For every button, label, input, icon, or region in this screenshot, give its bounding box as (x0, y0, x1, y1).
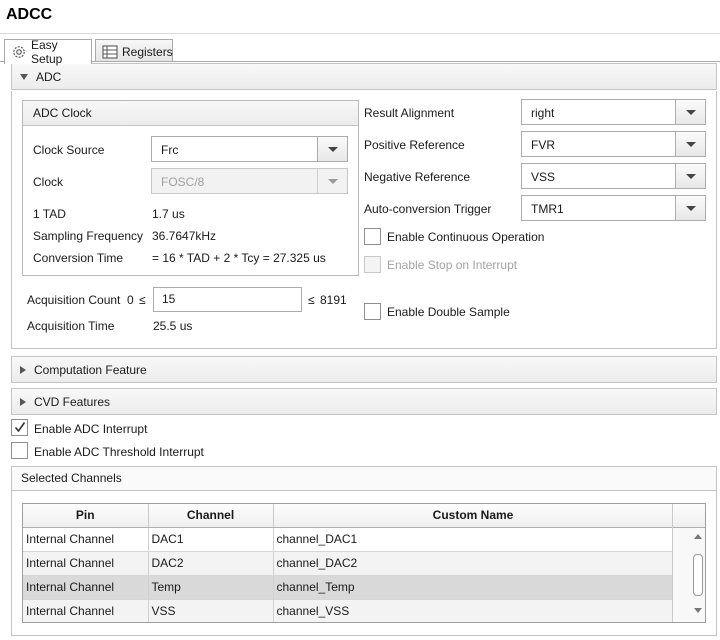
section-computation-label: Computation Feature (34, 362, 147, 377)
tab-easy-setup-label: Easy Setup (31, 38, 63, 66)
scrollbar-header-spacer (673, 504, 705, 528)
sampling-frequency-value: 36.7647kHz (152, 229, 217, 243)
stop-on-interrupt-checkbox (364, 256, 381, 273)
table-cell-custom-name[interactable]: channel_VSS (273, 599, 674, 622)
continuous-operation-label: Enable Continuous Operation (387, 230, 545, 244)
table-cell-pin: Internal Channel (23, 575, 149, 600)
clock-dropdown: FOSC/8 (151, 168, 348, 194)
positive-reference-dropdown[interactable]: FVR (521, 131, 706, 157)
less-equal-symbol: ≤ (308, 293, 315, 307)
column-header-channel[interactable]: Channel (148, 504, 274, 528)
sampling-frequency-label: Sampling Frequency (33, 229, 144, 243)
table-cell-channel: DAC2 (148, 551, 274, 576)
acquisition-count-max: 8191 (320, 293, 347, 307)
result-alignment-value: right (531, 106, 555, 120)
table-row[interactable]: Internal Channel Temp channel_Temp (23, 575, 674, 600)
table-cell-custom-name[interactable]: channel_Temp (273, 575, 674, 600)
adc-clock-title: ADC Clock (23, 101, 358, 126)
table-row[interactable]: Internal Channel DAC2 channel_DAC2 (23, 551, 674, 576)
double-sample-checkbox[interactable] (364, 303, 381, 320)
conversion-time-label: Conversion Time (33, 251, 124, 265)
scrollbar-thumb[interactable] (693, 554, 703, 596)
tad-label: 1 TAD (33, 207, 66, 221)
result-alignment-label: Result Alignment (364, 106, 455, 120)
scroll-up-arrow-icon[interactable] (694, 534, 702, 539)
clock-label: Clock (33, 175, 64, 189)
clock-source-value: Frc (161, 143, 179, 157)
section-cvd-label: CVD Features (34, 394, 111, 409)
tad-value: 1.7 us (152, 207, 185, 221)
column-header-custom-name[interactable]: Custom Name (273, 504, 674, 528)
acquisition-count-min: 0 (127, 293, 134, 307)
section-adc-label: ADC (36, 69, 62, 84)
tab-registers-label: Registers (122, 44, 173, 59)
expand-triangle-icon (20, 365, 26, 374)
section-header-adc[interactable]: ADC (11, 63, 717, 90)
table-header-row: Pin Channel Custom Name (23, 504, 674, 528)
table-row[interactable]: Internal Channel VSS channel_VSS (23, 599, 674, 622)
selected-channels-title: Selected Channels (12, 467, 716, 491)
section-header-cvd-features[interactable]: CVD Features (11, 388, 717, 415)
conversion-time-value: = 16 * TAD + 2 * Tcy = 27.325 us (152, 251, 326, 265)
table-icon (102, 44, 118, 59)
adc-interrupt-label: Enable ADC Interrupt (34, 422, 148, 436)
table-cell-custom-name[interactable]: channel_DAC2 (273, 551, 674, 576)
clock-source-label: Clock Source (33, 143, 105, 157)
table-cell-custom-name[interactable]: channel_DAC1 (273, 527, 674, 552)
tab-strip: Easy Setup Registers (0, 33, 720, 66)
table-vertical-scrollbar[interactable] (672, 504, 705, 622)
acquisition-count-label: Acquisition Count (27, 293, 121, 307)
negative-reference-value: VSS (531, 170, 556, 184)
positive-reference-value: FVR (531, 138, 555, 152)
column-header-pin[interactable]: Pin (23, 504, 149, 528)
acquisition-time-value: 25.5 us (153, 319, 193, 333)
gear-icon (11, 44, 27, 60)
table-row[interactable]: Internal Channel DAC1 channel_DAC1 (23, 527, 674, 552)
stop-on-interrupt-label: Enable Stop on Interrupt (387, 258, 518, 272)
auto-conversion-trigger-value: TMR1 (531, 202, 564, 216)
table-cell-pin: Internal Channel (23, 551, 149, 576)
acquisition-count-input[interactable]: 15 (153, 287, 302, 312)
continuous-operation-checkbox[interactable] (364, 228, 381, 245)
scroll-down-arrow-icon[interactable] (694, 608, 702, 613)
clock-value: FOSC/8 (161, 175, 205, 189)
adc-interrupt-checkbox[interactable] (11, 419, 28, 436)
auto-conversion-trigger-label: Auto-conversion Trigger (364, 202, 492, 216)
clock-source-dropdown[interactable]: Frc (151, 136, 348, 162)
auto-conversion-trigger-dropdown[interactable]: TMR1 (521, 195, 706, 221)
table-cell-channel: DAC1 (148, 527, 274, 552)
tab-registers[interactable]: Registers (95, 39, 173, 63)
negative-reference-label: Negative Reference (364, 170, 471, 184)
chevron-down-icon[interactable] (675, 196, 705, 220)
double-sample-label: Enable Double Sample (387, 305, 510, 319)
chevron-down-icon[interactable] (675, 132, 705, 156)
negative-reference-dropdown[interactable]: VSS (521, 163, 706, 189)
positive-reference-label: Positive Reference (364, 138, 465, 152)
window-title: ADCC (6, 6, 53, 23)
collapse-triangle-icon (20, 73, 28, 80)
acquisition-time-label: Acquisition Time (27, 319, 115, 333)
table-cell-pin: Internal Channel (23, 599, 149, 622)
table-cell-pin: Internal Channel (23, 527, 149, 552)
result-alignment-dropdown[interactable]: right (521, 99, 706, 125)
chevron-down-icon[interactable] (675, 164, 705, 188)
tab-easy-setup[interactable]: Easy Setup (4, 38, 92, 66)
chevron-down-icon (317, 169, 347, 193)
adc-threshold-interrupt-checkbox[interactable] (11, 442, 28, 459)
less-equal-symbol: ≤ (139, 293, 146, 307)
table-cell-channel: Temp (148, 575, 274, 600)
adc-threshold-interrupt-label: Enable ADC Threshold Interrupt (34, 445, 204, 459)
table-cell-channel: VSS (148, 599, 274, 622)
expand-triangle-icon (20, 397, 26, 406)
chevron-down-icon[interactable] (675, 100, 705, 124)
check-icon (14, 422, 26, 433)
section-header-computation-feature[interactable]: Computation Feature (11, 356, 717, 383)
chevron-down-icon[interactable] (317, 137, 347, 161)
channels-table: Pin Channel Custom Name Internal Channel… (22, 503, 706, 623)
